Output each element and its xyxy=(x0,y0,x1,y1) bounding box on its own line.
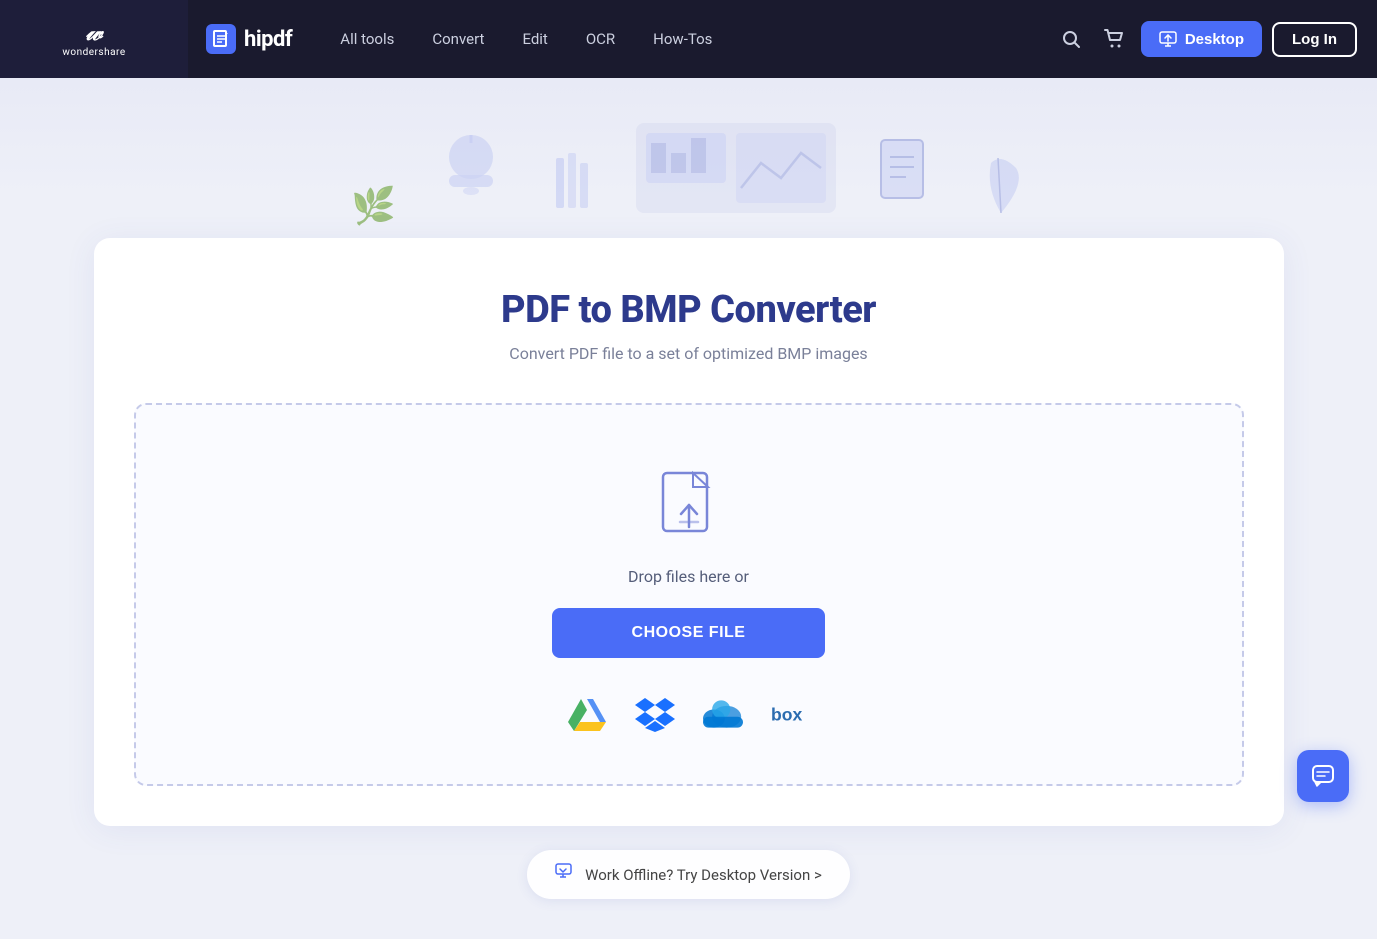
nav-how-tos[interactable]: How-Tos xyxy=(637,22,728,56)
chat-fab[interactable] xyxy=(1297,750,1349,802)
ws-logo-text: wondershare xyxy=(62,47,125,58)
pencils-svg xyxy=(546,148,596,218)
hipdf-logo-svg xyxy=(211,29,231,49)
onedrive-button[interactable] xyxy=(703,694,743,734)
desktop-btn-label: Desktop xyxy=(1185,31,1244,48)
pencils-illustration xyxy=(546,148,596,224)
cart-icon xyxy=(1103,28,1125,50)
dashboard-illustration xyxy=(636,123,836,224)
document-illustration xyxy=(876,135,936,224)
nav-convert[interactable]: Convert xyxy=(416,22,500,56)
hipdf-icon xyxy=(206,24,236,54)
search-icon xyxy=(1061,29,1081,49)
desktop-banner-text: Work Offline? Try Desktop Version > xyxy=(585,866,822,884)
drop-text: Drop files here or xyxy=(628,567,749,586)
nav-all-tools[interactable]: All tools xyxy=(324,22,410,56)
upload-file-icon xyxy=(653,465,725,545)
wondershare-logo: 𝓌 wondershare xyxy=(0,0,188,78)
bell-svg xyxy=(436,135,506,215)
desktop-version-banner[interactable]: Work Offline? Try Desktop Version > xyxy=(527,850,850,899)
bell-illustration xyxy=(436,135,506,224)
dashboard-svg xyxy=(636,123,836,213)
desktop-download-icon xyxy=(555,862,575,882)
box-icon: box xyxy=(771,700,811,728)
svg-text:box: box xyxy=(771,704,802,724)
navbar-right: Desktop Log In xyxy=(1055,21,1377,57)
document-svg xyxy=(876,135,936,215)
ws-logo-icon: 𝓌 xyxy=(86,20,103,44)
nav-edit[interactable]: Edit xyxy=(506,22,563,56)
box-button[interactable]: box xyxy=(771,694,811,734)
desktop-banner-icon xyxy=(555,862,575,887)
hipdf-brand[interactable]: hipdf xyxy=(206,24,292,54)
illustration-shapes: 🌿 xyxy=(351,123,1026,234)
search-button[interactable] xyxy=(1055,23,1087,55)
hipdf-label: hipdf xyxy=(244,27,292,52)
navbar: 𝓌 wondershare hipdf All tools Convert Ed… xyxy=(0,0,1377,78)
dropbox-button[interactable] xyxy=(635,694,675,734)
choose-file-button[interactable]: CHOOSE FILE xyxy=(552,608,826,658)
google-drive-icon xyxy=(568,697,606,731)
desktop-icon xyxy=(1159,30,1177,48)
dropzone[interactable]: Drop files here or CHOOSE FILE xyxy=(134,403,1244,786)
page-title: PDF to BMP Converter xyxy=(134,288,1244,332)
google-drive-button[interactable] xyxy=(567,694,607,734)
feather-svg xyxy=(976,148,1026,218)
navbar-nav: All tools Convert Edit OCR How-Tos xyxy=(324,22,728,56)
login-button[interactable]: Log In xyxy=(1272,22,1357,57)
upload-icon xyxy=(653,465,725,549)
dropbox-icon xyxy=(635,696,675,732)
page-subtitle: Convert PDF file to a set of optimized B… xyxy=(134,344,1244,363)
onedrive-icon xyxy=(703,699,743,729)
bottom-banner: Work Offline? Try Desktop Version > xyxy=(527,850,850,899)
cloud-icons: box xyxy=(567,694,811,734)
desktop-button[interactable]: Desktop xyxy=(1141,21,1262,57)
nav-ocr[interactable]: OCR xyxy=(570,22,631,56)
feather-illustration xyxy=(976,148,1026,224)
converter-card: PDF to BMP Converter Convert PDF file to… xyxy=(94,238,1284,826)
main-content: PDF to BMP Converter Convert PDF file to… xyxy=(0,238,1377,939)
chat-icon xyxy=(1311,764,1335,788)
plant-illustration: 🌿 xyxy=(351,188,396,224)
cart-button[interactable] xyxy=(1097,22,1131,56)
